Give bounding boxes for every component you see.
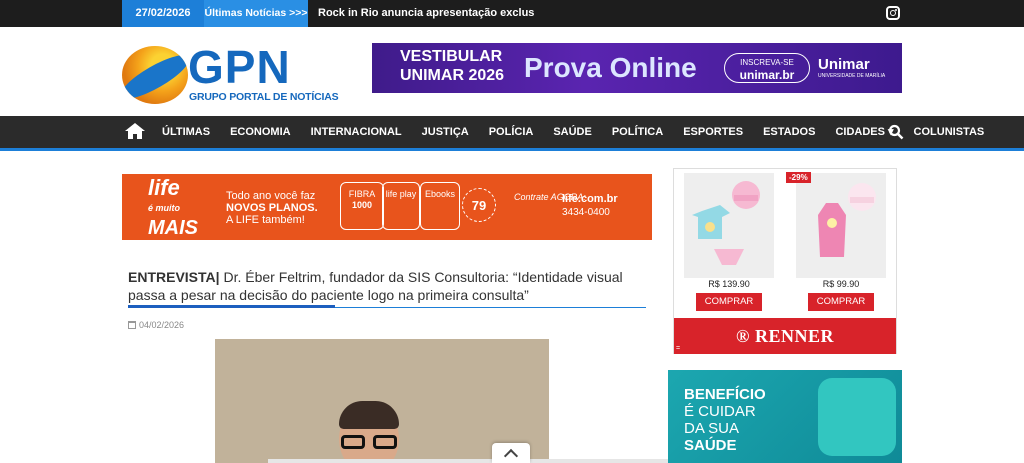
globe-logo-icon (122, 46, 188, 104)
article-title[interactable]: ENTREVISTA| Dr. Éber Feltrim, fundador d… (128, 268, 648, 304)
news-ticker[interactable]: Rock in Rio anuncia apresentação exclusi… (318, 0, 534, 27)
benefit-image (818, 378, 896, 456)
logo-subtitle: GRUPO PORTAL DE NOTÍCIAS (189, 91, 339, 103)
product-card-2[interactable] (796, 173, 886, 278)
life-box1-value: 1000 (351, 200, 373, 210)
life-ad-banner[interactable]: life é muito MAIS Todo ano você faz NOVO… (122, 174, 652, 240)
life-tag1: Todo ano você faz (226, 190, 316, 202)
benefit-line3: DA SUA (684, 420, 740, 437)
nav-item-politica[interactable]: POLÍTICA (602, 116, 673, 148)
renner-brand: RENNER (754, 326, 834, 346)
product-price-1: R$ 139.90 (708, 279, 750, 289)
article-date-text: 04/02/2026 (139, 320, 185, 330)
calendar-icon (128, 321, 136, 329)
life-brand: life é muito MAIS (148, 175, 198, 239)
nav-item-justica[interactable]: JUSTIÇA (412, 116, 479, 148)
nav-menu: ÚLTIMAS ECONOMIA INTERNACIONAL JUSTIÇA P… (152, 116, 994, 148)
site-logo[interactable]: GPN GRUPO PORTAL DE NOTÍCIAS (122, 41, 339, 106)
title-divider (335, 307, 646, 308)
nav-item-economia[interactable]: ECONOMIA (220, 116, 301, 148)
life-box1-title: FIBRA (348, 189, 376, 199)
life-box2-title: life play (385, 189, 417, 199)
nav-item-policia[interactable]: POLÍCIA (479, 116, 544, 148)
health-benefit-ad[interactable]: BENEFÍCIO É CUIDAR DA SUA SAÚDE (668, 370, 902, 463)
life-tag3: A LIFE também! (226, 214, 305, 226)
life-phone: 3434-0400 (562, 207, 610, 218)
life-box3-title: Ebooks (424, 189, 456, 199)
swimsuit-image-1 (692, 181, 760, 265)
life-contact: life.com.br 3434-0400 (562, 192, 618, 220)
swimsuit-image-2 (818, 183, 876, 257)
discount-badge: -29% (786, 172, 811, 183)
renner-ad[interactable]: -29% R$ 139.90 R$ 99.90 COMPRAR COMPRAR … (673, 168, 897, 354)
life-ebooks-box: Ebooks (420, 182, 460, 230)
nav-item-estados[interactable]: ESTADOS (753, 116, 825, 148)
photo-hair (339, 401, 399, 429)
benefit-line4: SAÚDE (684, 437, 737, 454)
buy-button-1[interactable]: COMPRAR (696, 293, 762, 311)
article-title-lead: ENTREVISTA| (128, 269, 220, 285)
logo-name: GPN (188, 41, 291, 93)
nav-item-internacional[interactable]: INTERNACIONAL (301, 116, 412, 148)
renner-tiny-mark: = (676, 345, 681, 352)
product-price-2: R$ 99.90 (822, 279, 860, 289)
banner-vestibular: VESTIBULAR UNIMAR 2026 (400, 47, 504, 85)
life-tagline: Todo ano você faz NOVOS PLANOS. A LIFE t… (226, 190, 318, 226)
life-site: life.com.br (562, 193, 618, 205)
home-icon[interactable] (124, 122, 146, 140)
life-brand-top: life (148, 175, 180, 200)
benefit-text: BENEFÍCIO É CUIDAR DA SUA SAÚDE (684, 386, 766, 454)
banner-brand-name: Unimar (818, 56, 870, 73)
banner-headline: Prova Online (524, 52, 697, 83)
banner-brand: Unimar UNIVERSIDADE DE MARÍLIA (818, 56, 885, 79)
renner-brand-strip: ® RENNER (674, 318, 896, 354)
product-card-1[interactable] (684, 173, 774, 278)
article-date: 04/02/2026 (128, 320, 184, 330)
banner-cta-url: unimar.br (739, 68, 795, 82)
top-bar: 27/02/2026 Últimas Notícias >>> Rock in … (0, 0, 1024, 27)
instagram-icon[interactable] (886, 6, 900, 20)
banner-line2: UNIMAR 2026 (400, 67, 505, 84)
life-price: 79 (462, 188, 496, 222)
latest-news-label: Últimas Notícias >>> (204, 0, 308, 27)
unimar-banner-ad[interactable]: VESTIBULAR UNIMAR 2026 Prova Online INSC… (372, 43, 902, 93)
life-play-box: life play (382, 182, 420, 230)
banner-cta-small: INSCREVA-SE (740, 58, 794, 67)
nav-item-colunistas[interactable]: COLUNISTAS (904, 116, 995, 148)
banner-brand-sub: UNIVERSIDADE DE MARÍLIA (818, 73, 886, 79)
renner-r-icon: ® (736, 326, 750, 346)
life-brand-bottom: MAIS (148, 217, 198, 239)
photo-glasses (339, 435, 399, 449)
nav-item-ultimas[interactable]: ÚLTIMAS (152, 116, 220, 148)
banner-line1: VESTIBULAR (400, 48, 503, 65)
nav-underline (0, 148, 1024, 151)
main-nav: ÚLTIMAS ECONOMIA INTERNACIONAL JUSTIÇA P… (0, 116, 1024, 151)
scroll-up-button[interactable] (492, 443, 530, 463)
life-brand-mid: é muito (148, 203, 181, 213)
benefit-line2: É CUIDAR (684, 403, 756, 420)
current-date: 27/02/2026 (122, 0, 204, 27)
life-fiber-box: FIBRA 1000 (340, 182, 384, 230)
search-icon[interactable] (888, 124, 904, 140)
life-tag2: NOVOS PLANOS. (226, 202, 318, 214)
banner-cta: INSCREVA-SE unimar.br (724, 53, 810, 83)
nav-item-esportes[interactable]: ESPORTES (673, 116, 753, 148)
benefit-line1: BENEFÍCIO (684, 386, 766, 403)
buy-button-2[interactable]: COMPRAR (808, 293, 874, 311)
title-accent-bar (128, 305, 335, 308)
nav-item-saude[interactable]: SAÚDE (543, 116, 602, 148)
